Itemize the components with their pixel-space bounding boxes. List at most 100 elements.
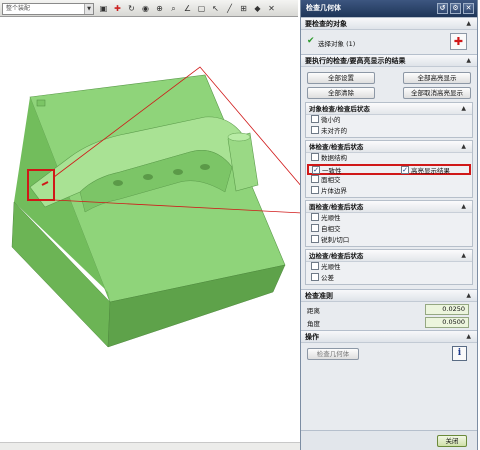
model-hole — [200, 164, 210, 170]
view-icon[interactable]: ✚ — [112, 3, 123, 14]
zoom-icon[interactable]: ⌕ — [168, 3, 179, 14]
graphics-viewport[interactable] — [0, 17, 300, 450]
distance-field[interactable]: 0.0250 — [425, 304, 469, 315]
object-checks-group: 对象检查/检查后状态 ▲ 微小的 未对齐的 — [305, 102, 473, 138]
criteria-section-header[interactable]: 检查准则 ▲ — [301, 289, 477, 302]
dialog-titlebar: 检查几何体 ↺ ⚙ ✕ — [301, 0, 477, 17]
collapse-icon[interactable]: ▲ — [461, 250, 466, 262]
select-objects-label: 选择对象 (1) — [318, 40, 356, 48]
app-window: 整个装配 ▼ ▣ ✚ ↻ ◉ ⊕ ⌕ ∠ ▢ ↖ ╱ ⊞ ◆ ✕ 检查几何体 ↺… — [0, 0, 480, 450]
check-face-intersect[interactable]: 面相交 — [306, 175, 472, 186]
check-geometry-dialog: 检查几何体 ↺ ⚙ ✕ 要检查的对象 ▲ ✔ 选择对象 (1) ✚ 要执行的检查… — [300, 0, 478, 450]
model-small-pocket — [36, 99, 46, 107]
model-boss-top — [227, 132, 251, 142]
check-smoothness[interactable]: 光顺性 — [306, 213, 472, 224]
snap-icon[interactable]: ▣ — [98, 3, 109, 14]
model-hole — [173, 169, 183, 175]
toolbar: 整个装配 ▼ ▣ ✚ ↻ ◉ ⊕ ⌕ ∠ ▢ ↖ ╱ ⊞ ◆ ✕ — [0, 0, 298, 17]
criteria-area: 距离 0.0250 角度 0.0500 — [301, 302, 477, 330]
clear-all-button[interactable]: 全部清除 — [307, 87, 375, 99]
angle-label: 角度 — [307, 320, 320, 328]
checkbox[interactable] — [311, 224, 319, 232]
collapse-icon[interactable]: ▲ — [466, 331, 471, 343]
check-edge-smoothness[interactable]: 光顺性 — [306, 262, 472, 273]
face-checks-group: 面检查/检查后状态 ▲ 光顺性 自相交 锐刺/切口 — [305, 200, 473, 247]
dialog-footer: 关闭 — [301, 430, 477, 450]
highlight-all-button[interactable]: 全部高亮显示 — [403, 72, 471, 84]
select-objects-row: ✔ 选择对象 (1) ✚ — [301, 30, 477, 54]
ops-section-title: 操作 — [305, 333, 319, 341]
check-consistency[interactable]: ✓ 一致性 ✓ 高亮显示结果 — [307, 164, 471, 175]
reset-icon[interactable]: ↺ — [437, 3, 448, 14]
face-checks-title: 面检查/检查后状态 — [309, 203, 364, 211]
checkbox[interactable] — [311, 126, 319, 134]
set-all-button[interactable]: 全部设置 — [307, 72, 375, 84]
gear-icon[interactable]: ⚙ — [450, 3, 461, 14]
line-icon[interactable]: ╱ — [224, 3, 235, 14]
edge-checks-group: 边检查/检查后状态 ▲ 光顺性 公差 — [305, 249, 473, 285]
check-self-intersect[interactable]: 自相交 — [306, 224, 472, 235]
check-sheet-boundary[interactable]: 片体边界 — [306, 186, 472, 197]
checkbox-checked[interactable]: ✓ — [401, 166, 409, 174]
fit-icon[interactable]: ⊕ — [154, 3, 165, 14]
check-spikes[interactable]: 锐刺/切口 — [306, 235, 472, 246]
pointer-icon[interactable]: ↖ — [210, 3, 221, 14]
select-icon[interactable]: ◉ — [140, 3, 151, 14]
info-icon[interactable]: i — [452, 346, 467, 361]
measure-icon[interactable]: ✕ — [266, 3, 277, 14]
box-icon[interactable]: ▢ — [196, 3, 207, 14]
checkbox[interactable] — [311, 175, 319, 183]
check-misaligned[interactable]: 未对齐的 — [306, 126, 472, 137]
face-checks-header[interactable]: 面检查/检查后状态 ▲ — [306, 201, 472, 213]
distance-label: 距离 — [307, 307, 320, 315]
selection-filter-value: 整个装配 — [6, 5, 31, 12]
checkmark-icon: ✔ — [307, 36, 315, 46]
ops-section-header[interactable]: 操作 ▲ — [301, 330, 477, 343]
snap-point-icon[interactable]: ◆ — [252, 3, 263, 14]
collapse-icon[interactable]: ▲ — [461, 201, 466, 213]
body-checks-title: 体检查/检查后状态 — [309, 143, 364, 151]
body-checks-header[interactable]: 体检查/检查后状态 ▲ — [306, 141, 472, 153]
checks-section-title: 要执行的检查/要高亮显示的结果 — [305, 57, 406, 65]
object-checks-title: 对象检查/检查后状态 — [309, 105, 370, 113]
edge-checks-title: 边检查/检查后状态 — [309, 252, 364, 260]
ops-area: 检查几何体 i — [301, 343, 477, 367]
close-icon[interactable]: ✕ — [463, 3, 474, 14]
angle-icon[interactable]: ∠ — [182, 3, 193, 14]
checkbox[interactable] — [311, 186, 319, 194]
checkbox[interactable] — [311, 273, 319, 281]
criteria-section-title: 检查准则 — [305, 292, 333, 300]
check-tiny[interactable]: 微小的 — [306, 115, 472, 126]
collapse-icon[interactable]: ▲ — [466, 18, 471, 30]
check-data-structure[interactable]: 数据结构 — [306, 153, 472, 164]
checkbox-checked[interactable]: ✓ — [312, 166, 320, 174]
selection-filter-dropdown[interactable]: 整个装配 ▼ — [2, 3, 94, 15]
check-geometry-button[interactable]: 检查几何体 — [307, 348, 359, 360]
grid-icon[interactable]: ⊞ — [238, 3, 249, 14]
model-hole — [143, 174, 153, 180]
checkbox[interactable] — [311, 153, 319, 161]
model-hole — [113, 180, 123, 186]
collapse-icon[interactable]: ▲ — [466, 290, 471, 302]
checkbox[interactable] — [311, 213, 319, 221]
edge-checks-header[interactable]: 边检查/检查后状态 ▲ — [306, 250, 472, 262]
close-button[interactable]: 关闭 — [437, 435, 467, 447]
unhighlight-all-button[interactable]: 全部取消高亮显示 — [403, 87, 471, 99]
checkbox[interactable] — [311, 262, 319, 270]
check-tolerance[interactable]: 公差 — [306, 273, 472, 284]
status-strip — [0, 442, 300, 450]
collapse-icon[interactable]: ▲ — [461, 103, 466, 115]
select-objects-button[interactable]: ✚ — [450, 33, 467, 50]
objects-section-header[interactable]: 要检查的对象 ▲ — [301, 17, 477, 30]
rotate-icon[interactable]: ↻ — [126, 3, 137, 14]
chevron-down-icon[interactable]: ▼ — [84, 4, 93, 14]
angle-field[interactable]: 0.0500 — [425, 317, 469, 328]
objects-section-title: 要检查的对象 — [305, 20, 347, 28]
checkbox[interactable] — [311, 235, 319, 243]
checkbox[interactable] — [311, 115, 319, 123]
object-checks-header[interactable]: 对象检查/检查后状态 ▲ — [306, 103, 472, 115]
collapse-icon[interactable]: ▲ — [466, 55, 471, 67]
checks-section-header[interactable]: 要执行的检查/要高亮显示的结果 ▲ — [301, 54, 477, 67]
collapse-icon[interactable]: ▲ — [461, 141, 466, 153]
body-checks-group: 体检查/检查后状态 ▲ 数据结构 ✓ 一致性 ✓ 高亮显示结果 面相交 片体边界 — [305, 140, 473, 198]
